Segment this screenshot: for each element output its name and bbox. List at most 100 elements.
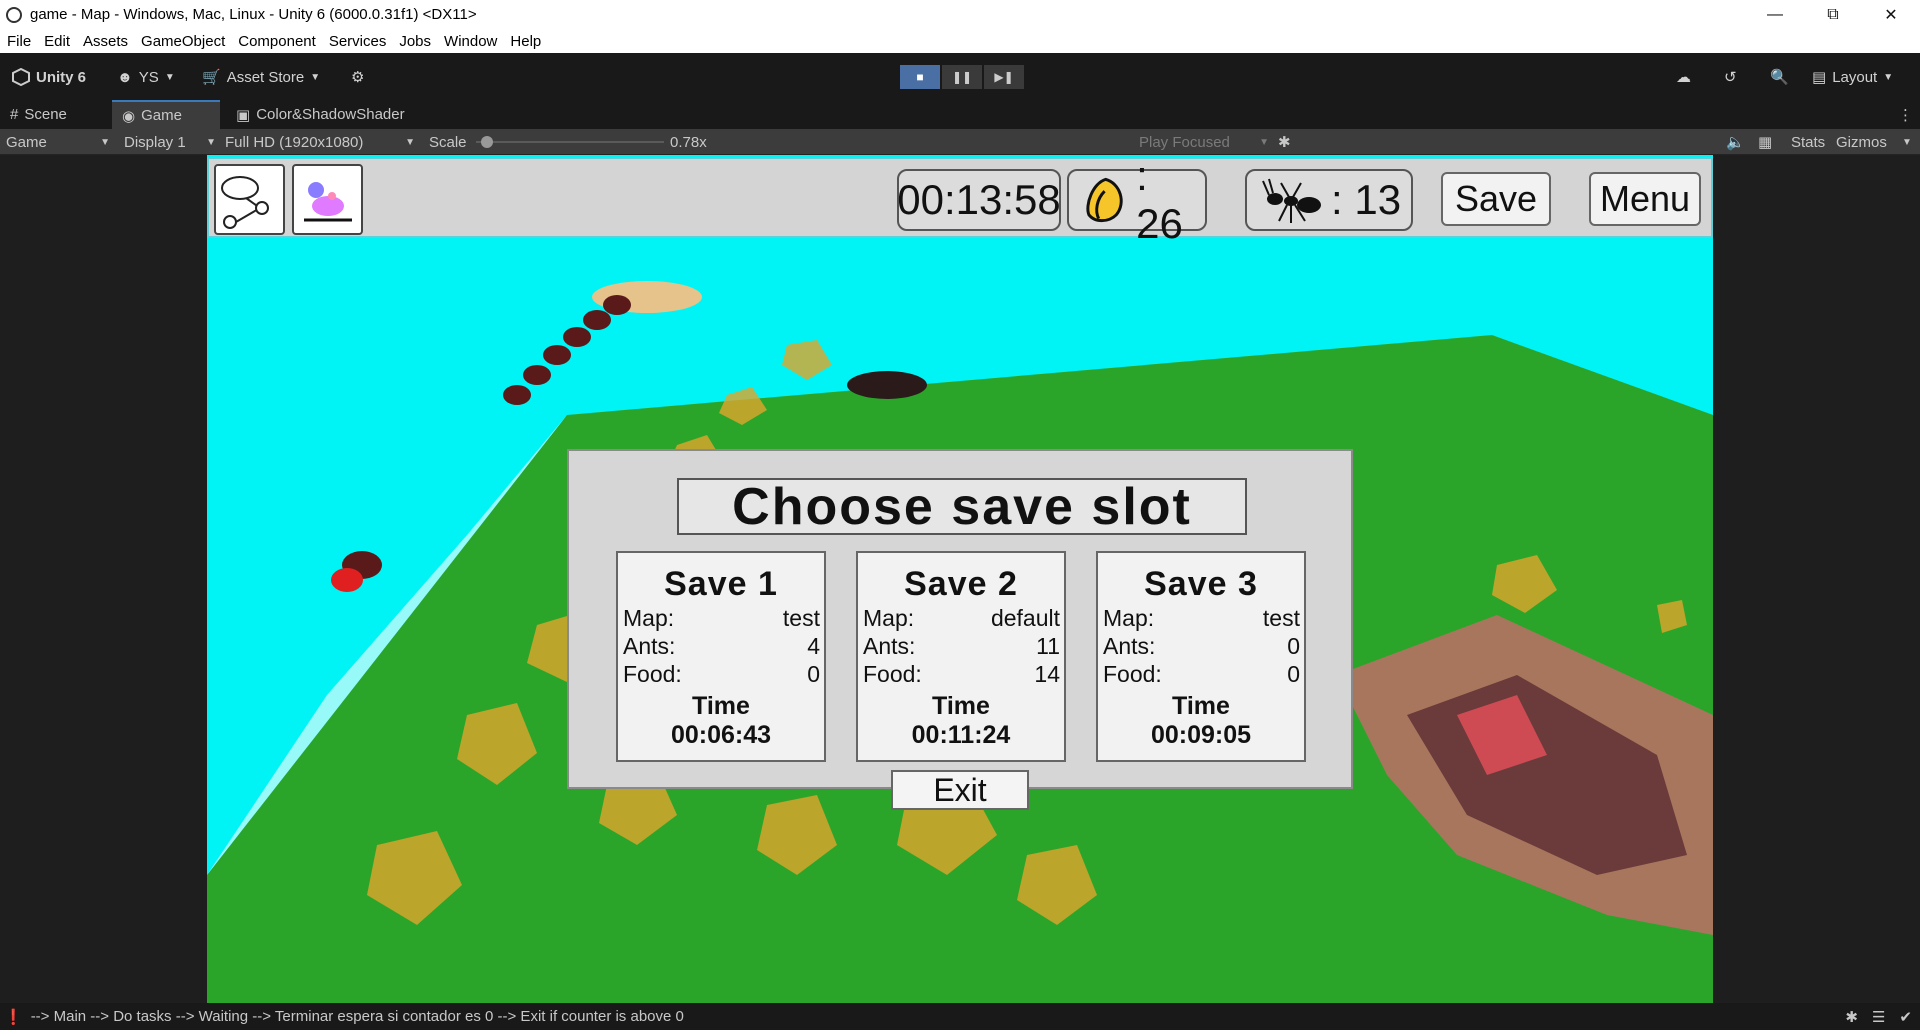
menu-bar: File Edit Assets GameObject Component Se…: [0, 29, 1920, 53]
minimize-icon[interactable]: —: [1746, 0, 1804, 29]
unity-cube-icon: [12, 68, 30, 86]
dialog-title: Choose save slot: [677, 478, 1247, 536]
map-value: default: [990, 605, 1060, 631]
ants-label: Ants:: [1103, 633, 1156, 659]
slot-name: Save 3: [1144, 565, 1258, 603]
display-select-label: Display 1: [124, 133, 186, 151]
account-button[interactable]: ☻ YS ▼: [117, 65, 175, 89]
pause-button[interactable]: ❚❚: [942, 65, 982, 89]
time-value: 00:09:05: [1150, 721, 1252, 749]
chevron-down-icon: ▼: [1259, 136, 1269, 148]
step-button[interactable]: ▶❚: [984, 65, 1024, 89]
console-message[interactable]: --> Main --> Do tasks --> Waiting --> Te…: [31, 1008, 684, 1025]
menu-services[interactable]: Services: [329, 33, 387, 50]
save-slot-1[interactable]: Save 1 Map: test Ants: 4 Food: 0 Time 00:06…: [616, 551, 826, 762]
editor-tab-bar: # Scene ◉ Game ▣ Color&ShadowShader ⋮: [0, 100, 1920, 129]
menu-window[interactable]: Window: [444, 33, 497, 50]
progress-icon[interactable]: ☰: [1872, 1008, 1885, 1026]
ants-value: 0: [1287, 633, 1300, 659]
play-mode-select[interactable]: Play Focused ▼: [1139, 132, 1269, 152]
exit-button[interactable]: Exit: [891, 770, 1029, 810]
save-slot-3[interactable]: Save 3 Map: test Ants: 0 Food: 0 Time 00:09…: [1096, 551, 1306, 762]
ants-label: Ants:: [623, 633, 676, 659]
debug-mode-icon[interactable]: ✱: [1845, 1008, 1858, 1026]
history-icon[interactable]: ↺: [1724, 65, 1737, 89]
view-select[interactable]: Game ▼: [6, 132, 110, 152]
food-label: Food:: [623, 661, 682, 687]
resolution-select[interactable]: Full HD (1920x1080) ▼: [225, 132, 415, 152]
menu-help[interactable]: Help: [510, 33, 541, 50]
display-select[interactable]: Display 1 ▼: [124, 132, 216, 152]
menu-component[interactable]: Component: [238, 33, 316, 50]
game-timer: 00:13:58: [897, 169, 1061, 231]
chevron-down-icon[interactable]: ▼: [1902, 132, 1912, 152]
account-label: YS: [138, 68, 159, 86]
tab-scene-label: Scene: [24, 106, 67, 123]
colony-view-button[interactable]: [292, 164, 363, 235]
chevron-down-icon: ▼: [1883, 71, 1894, 83]
unity-menu-button[interactable]: Unity 6: [12, 65, 86, 89]
food-counter: : 26: [1067, 155, 1207, 247]
scale-slider-thumb[interactable]: [481, 136, 494, 148]
layout-icon: ▤: [1812, 69, 1827, 86]
info-icon[interactable]: ❗: [4, 1008, 23, 1026]
time-label: Time: [932, 692, 990, 720]
menu-button[interactable]: Menu: [1589, 172, 1701, 226]
stats-button[interactable]: Stats: [1791, 132, 1825, 152]
menu-file[interactable]: File: [7, 33, 31, 50]
tab-game[interactable]: ◉ Game: [112, 100, 220, 129]
save-slot-2[interactable]: Save 2 Map: default Ants: 11 Food: 14 Time …: [856, 551, 1066, 762]
scale-slider[interactable]: [476, 132, 664, 152]
asset-store-label: Asset Store: [226, 68, 305, 86]
resolution-label: Full HD (1920x1080): [225, 133, 364, 151]
chevron-down-icon: ▼: [405, 136, 415, 148]
chevron-down-icon: ▼: [206, 136, 216, 148]
restore-icon[interactable]: ⧉: [1804, 0, 1862, 29]
layout-dropdown[interactable]: ▤ Layout ▼: [1812, 65, 1893, 89]
ant-count-label: : 13: [1331, 176, 1402, 223]
ants-value: 11: [1036, 633, 1060, 659]
more-options-icon[interactable]: ⋮: [1888, 100, 1920, 129]
food-count-label: : 26: [1136, 155, 1183, 247]
save-slot-dialog: Choose save slot Save 1 Map: test Ants: 4 …: [567, 449, 1353, 789]
cloud-icon[interactable]: ☁: [1676, 65, 1691, 89]
tab-color-shadow-shader[interactable]: ▣ Color&ShadowShader: [226, 100, 415, 129]
check-icon[interactable]: ✔: [1899, 1008, 1912, 1026]
packages-icon[interactable]: ⚙: [351, 65, 364, 89]
search-icon[interactable]: 🔍: [1770, 65, 1789, 89]
menu-gameobject[interactable]: GameObject: [141, 33, 225, 50]
colony-icon: [304, 182, 352, 222]
time-value: 00:06:43: [670, 721, 772, 749]
game-viewport: 00:13:58 : 26 : 13 Save Menu Choose save…: [0, 155, 1920, 1003]
view-select-label: Game: [6, 133, 47, 151]
menu-edit[interactable]: Edit: [44, 33, 70, 50]
ant-counter: : 13: [1245, 169, 1413, 231]
close-icon[interactable]: ✕: [1862, 0, 1920, 29]
keyboard-shortcuts-icon[interactable]: ▦: [1758, 132, 1772, 152]
scale-value: 0.78x: [670, 133, 707, 151]
map-label: Map:: [623, 605, 675, 631]
graph-view-button[interactable]: [214, 164, 285, 235]
mute-audio-icon[interactable]: 🔈: [1726, 132, 1745, 152]
gamepad-icon: ◉: [122, 107, 136, 125]
bug-icon[interactable]: ✱: [1278, 132, 1291, 152]
slot-name: Save 2: [904, 565, 1018, 603]
save-button[interactable]: Save: [1441, 172, 1551, 226]
map-value: test: [1262, 605, 1300, 631]
unity-logo-icon: [6, 6, 22, 23]
asset-store-button[interactable]: 🛒 Asset Store ▼: [202, 65, 320, 89]
gizmos-button[interactable]: Gizmos: [1836, 132, 1887, 152]
window-titlebar: game - Map - Windows, Mac, Linux - Unity…: [0, 0, 1920, 29]
game-hud: 00:13:58 : 26 : 13 Save Menu: [207, 155, 1713, 247]
menu-jobs[interactable]: Jobs: [399, 33, 431, 50]
game-render[interactable]: 00:13:58 : 26 : 13 Save Menu Choose save…: [207, 155, 1713, 1003]
account-icon: ☻: [117, 68, 133, 86]
ant-icon: [1262, 178, 1321, 223]
time-value: 00:11:24: [911, 721, 1011, 749]
map-value: test: [782, 605, 820, 631]
chevron-down-icon: ▼: [310, 71, 321, 83]
window-title: game - Map - Windows, Mac, Linux - Unity…: [30, 6, 477, 23]
tab-scene[interactable]: # Scene: [0, 100, 77, 129]
stop-button[interactable]: ■: [900, 65, 940, 89]
menu-assets[interactable]: Assets: [83, 33, 128, 50]
